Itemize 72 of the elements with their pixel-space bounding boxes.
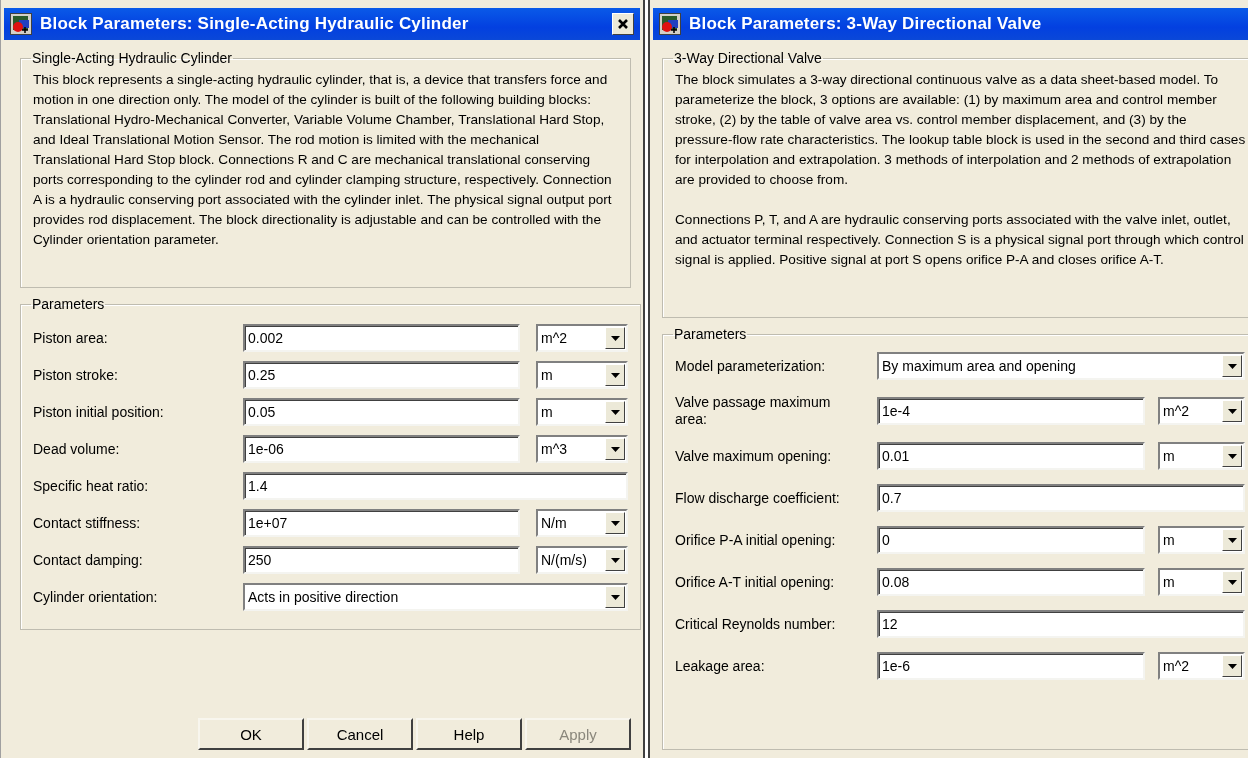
- caret-icon: [1227, 408, 1237, 414]
- field-label: Leakage area:: [675, 657, 766, 675]
- field-label: Orifice A-T initial opening:: [675, 573, 836, 591]
- field-label: Dead volume:: [33, 440, 121, 458]
- caret-icon: [1227, 453, 1237, 459]
- caret-icon: [610, 372, 620, 378]
- input-field[interactable]: 250: [243, 546, 520, 574]
- caret-icon: [1227, 363, 1237, 369]
- dropdown[interactable]: Acts in positive direction: [243, 583, 628, 611]
- block-icon: [659, 13, 681, 35]
- input-field[interactable]: 0.002: [243, 324, 520, 352]
- unit-dropdown[interactable]: N/(m/s): [536, 546, 628, 574]
- dialog-button[interactable]: Help: [416, 718, 522, 750]
- window-title: Block Parameters: Single-Acting Hydraulic Cylinder: [40, 14, 470, 34]
- field-label: Cylinder orientation:: [33, 588, 159, 606]
- caret-icon: [610, 594, 620, 600]
- field-label: Contact damping:: [33, 551, 144, 569]
- unit-dropdown[interactable]: m^2: [1158, 652, 1245, 680]
- field-label: Valve maximum opening:: [675, 447, 833, 465]
- field-label: Orifice P-A initial opening:: [675, 531, 837, 549]
- input-field[interactable]: 0.05: [243, 398, 520, 426]
- group-title: Single-Acting Hydraulic Cylinder: [31, 50, 233, 66]
- dialog-button[interactable]: Cancel: [307, 718, 413, 750]
- input-field[interactable]: 0.7: [877, 484, 1245, 512]
- caret-icon: [610, 520, 620, 526]
- window-title: Block Parameters: 3-Way Directional Valve: [689, 14, 1043, 34]
- field-label: Piston area:: [33, 329, 109, 347]
- field-label: Flow discharge coefficient:: [675, 489, 841, 507]
- field-label: Valve passage maximum area:: [675, 394, 832, 428]
- unit-dropdown[interactable]: m: [536, 361, 628, 389]
- input-field[interactable]: 1e-06: [243, 435, 520, 463]
- input-field[interactable]: 0.08: [877, 568, 1145, 596]
- close-button[interactable]: [612, 13, 634, 35]
- caret-icon: [610, 335, 620, 341]
- unit-dropdown[interactable]: m^2: [536, 324, 628, 352]
- unit-dropdown[interactable]: m: [1158, 526, 1245, 554]
- dialog-button[interactable]: OK: [198, 718, 304, 750]
- field-label: Piston stroke:: [33, 366, 119, 384]
- input-field[interactable]: 1.4: [243, 472, 628, 500]
- caret-icon: [1227, 537, 1237, 543]
- input-field[interactable]: 1e-4: [877, 397, 1145, 425]
- dropdown[interactable]: By maximum area and opening: [877, 352, 1245, 380]
- caret-icon: [1227, 579, 1237, 585]
- unit-dropdown[interactable]: m: [1158, 568, 1245, 596]
- block-icon: [10, 13, 32, 35]
- input-field[interactable]: 0: [877, 526, 1145, 554]
- unit-dropdown[interactable]: N/m: [536, 509, 628, 537]
- caret-icon: [610, 557, 620, 563]
- field-label: Model parameterization:: [675, 357, 827, 375]
- unit-dropdown[interactable]: m^2: [1158, 397, 1245, 425]
- group-title: Parameters: [673, 326, 748, 342]
- input-field[interactable]: 12: [877, 610, 1245, 638]
- field-label: Specific heat ratio:: [33, 477, 150, 495]
- group-title: Parameters: [31, 296, 106, 312]
- caret-icon: [610, 409, 620, 415]
- description-text: Connections P, T, and A are hydraulic conserving ports associated with the valve inlet, outlet, and actuator terminal respectively. Connection S is a physical signal port through which control signal is applied. Positive signal at port S opens orifice P-A and closes orifice A-T.: [675, 211, 1245, 269]
- caret-icon: [1227, 663, 1237, 669]
- field-label: Critical Reynolds number:: [675, 615, 837, 633]
- unit-dropdown[interactable]: m: [1158, 442, 1245, 470]
- description-text: The block simulates a 3-way directional continuous valve as a data sheet-based model. To parameterize the block, 3 options are available: (1) by maximum area and control member stroke, (2) by the table of valve area vs. control member displacement, and (3) by the pressure-flow rate characteristics. The lookup table block is used in the second and third cases for interpolation and extrapolation. 3 methods of interpolation and 2 methods of extrapolation are provided to choose from.: [675, 71, 1247, 189]
- field-label: Piston initial position:: [33, 403, 165, 421]
- unit-dropdown[interactable]: m^3: [536, 435, 628, 463]
- input-field[interactable]: 1e+07: [243, 509, 520, 537]
- caret-icon: [610, 446, 620, 452]
- input-field[interactable]: 1e-6: [877, 652, 1145, 680]
- group-title: 3-Way Directional Valve: [673, 50, 823, 66]
- input-field[interactable]: 0.01: [877, 442, 1145, 470]
- unit-dropdown[interactable]: m: [536, 398, 628, 426]
- close-icon: [617, 18, 629, 30]
- input-field[interactable]: 0.25: [243, 361, 520, 389]
- description-text: This block represents a single-acting hydraulic cylinder, that is, a device that transfers force and motion in one direction only. The model of the cylinder is built of the following building blocks: Translational Hydro-Mechanical Converter, Variable Volume Chamber, Translational Hard Stop, and Ideal Translational Motion Sensor. The rod motion is limited with the mechanical Translational Hard Stop block. Connections R and C are mechanical translational conserving ports corresponding to the cylinder rod and cylinder clamping structure, respectively. Connection A is a hydraulic conserving port associated with the cylinder inlet. The physical signal output port provides rod displacement. The block directionality is adjustable and can be controlled with the Cylinder orientation parameter.: [33, 71, 613, 249]
- field-label: Contact stiffness:: [33, 514, 142, 532]
